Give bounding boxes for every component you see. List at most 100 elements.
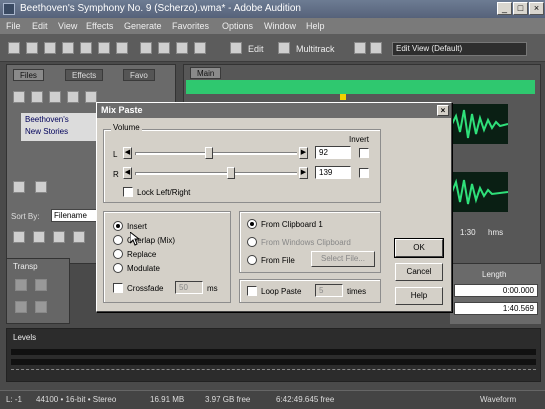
show-video-icon[interactable] xyxy=(53,231,65,243)
right-decrease-icon[interactable]: ◀ xyxy=(123,167,132,179)
sort-select[interactable]: Filename xyxy=(51,209,97,222)
replace-radio[interactable] xyxy=(113,249,123,259)
waveform-left-channel[interactable] xyxy=(451,104,509,144)
select-file-button[interactable]: Select File... xyxy=(311,251,375,267)
dialog-close-button[interactable]: × xyxy=(437,105,449,116)
menu-favorites[interactable]: Favorites xyxy=(172,21,209,31)
overview-bar[interactable] xyxy=(186,80,535,94)
edit-file-icon[interactable] xyxy=(49,91,61,103)
left-decrease-icon[interactable]: ◀ xyxy=(123,147,132,159)
toolbar: Edit Multitrack Edit View (Default) xyxy=(0,34,545,62)
left-increase-icon[interactable]: ▶ xyxy=(299,147,308,159)
close-window-button[interactable]: × xyxy=(529,2,544,15)
invert-right-checkbox[interactable] xyxy=(359,168,369,178)
tab-favorites[interactable]: Favo xyxy=(123,69,155,81)
playhead-marker-icon[interactable] xyxy=(340,94,346,100)
crossfade-checkbox[interactable] xyxy=(113,283,123,293)
minimize-button[interactable]: _ xyxy=(497,2,512,15)
menu-window[interactable]: Window xyxy=(264,21,296,31)
ok-button[interactable]: OK xyxy=(394,238,444,258)
loop-paste-label: Loop Paste xyxy=(261,287,302,296)
multitrack-view-button[interactable]: Multitrack xyxy=(296,44,335,54)
stop-icon[interactable] xyxy=(15,279,27,291)
edit-view-button[interactable]: Edit xyxy=(248,44,264,54)
menu-bar: File Edit View Effects Generate Favorite… xyxy=(0,18,545,34)
show-audio-icon[interactable] xyxy=(13,231,25,243)
modulate-radio[interactable] xyxy=(113,263,123,273)
left-volume-slider[interactable] xyxy=(135,152,297,155)
level-meter-scale xyxy=(11,369,536,377)
replace-label: Replace xyxy=(127,250,157,259)
cancel-button[interactable]: Cancel xyxy=(395,263,443,281)
hand-tool-icon[interactable] xyxy=(194,42,206,54)
undo-icon[interactable] xyxy=(140,42,152,54)
insert-radio[interactable] xyxy=(113,221,123,231)
tab-effects[interactable]: Effects xyxy=(65,69,104,81)
open-file-icon[interactable] xyxy=(26,42,38,54)
loop-count-field[interactable]: 5 xyxy=(315,284,343,297)
tab-files[interactable]: Files xyxy=(13,69,44,81)
waveform-right-channel[interactable] xyxy=(451,172,509,212)
overlap-mix-radio[interactable] xyxy=(113,235,123,245)
menu-file[interactable]: File xyxy=(6,21,21,31)
close-file-icon[interactable] xyxy=(31,91,43,103)
file-item[interactable]: New Stories xyxy=(25,127,68,136)
show-midi-icon[interactable] xyxy=(73,231,85,243)
paste-icon[interactable] xyxy=(98,42,110,54)
menu-view[interactable]: View xyxy=(58,21,77,31)
import-file-icon[interactable] xyxy=(13,91,25,103)
rewind-icon[interactable] xyxy=(15,301,27,313)
selection-length-field[interactable]: 0:00.000 xyxy=(454,284,538,297)
right-volume-field[interactable]: 139 xyxy=(315,166,351,179)
insert-file-icon[interactable] xyxy=(67,91,79,103)
cd-view-icon[interactable] xyxy=(354,42,366,54)
copy-icon[interactable] xyxy=(80,42,92,54)
mouse-cursor-icon xyxy=(129,230,141,248)
invert-left-checkbox[interactable] xyxy=(359,148,369,158)
fast-forward-icon[interactable] xyxy=(35,301,47,313)
file-list: Beethoven's New Stories xyxy=(21,113,101,141)
lock-left-right-label: Lock Left/Right xyxy=(137,188,191,197)
tab-main[interactable]: Main xyxy=(190,67,222,79)
save-icon[interactable] xyxy=(44,42,56,54)
show-loop-icon[interactable] xyxy=(33,231,45,243)
multitrack-view-icon[interactable] xyxy=(278,42,290,54)
edit-view-icon[interactable] xyxy=(230,42,242,54)
right-volume-thumb[interactable] xyxy=(227,167,235,179)
left-volume-field[interactable]: 92 xyxy=(315,146,351,159)
crossfade-field[interactable]: 50 xyxy=(175,281,203,294)
lock-left-right-checkbox[interactable] xyxy=(123,187,133,197)
left-volume-thumb[interactable] xyxy=(205,147,213,159)
right-increase-icon[interactable]: ▶ xyxy=(299,167,308,179)
select-tool-icon[interactable] xyxy=(176,42,188,54)
from-file-radio[interactable] xyxy=(247,255,257,265)
menu-edit[interactable]: Edit xyxy=(32,21,48,31)
cd-icon[interactable] xyxy=(370,42,382,54)
maximize-button[interactable]: □ xyxy=(513,2,528,15)
loop-paste-checkbox[interactable] xyxy=(247,286,257,296)
app-icon xyxy=(3,3,15,15)
cut-icon[interactable] xyxy=(62,42,74,54)
from-file-label: From File xyxy=(261,256,295,265)
new-file-icon[interactable] xyxy=(8,42,20,54)
sort-by-label: Sort By: xyxy=(11,212,40,221)
from-windows-clipboard-radio[interactable] xyxy=(247,237,257,247)
loop-icon[interactable] xyxy=(35,181,47,193)
mix-paste-icon[interactable] xyxy=(116,42,128,54)
menu-generate[interactable]: Generate xyxy=(124,21,162,31)
menu-effects[interactable]: Effects xyxy=(86,21,113,31)
view-length-field[interactable]: 1:40.569 xyxy=(454,302,538,315)
status-size: 16.91 MB xyxy=(150,395,185,404)
workspace-select[interactable]: Edit View (Default) xyxy=(392,42,527,56)
right-volume-slider[interactable] xyxy=(135,172,297,175)
timeline-unit-label: hms xyxy=(488,228,504,237)
help-button[interactable]: Help xyxy=(395,287,443,305)
menu-help[interactable]: Help xyxy=(306,21,325,31)
from-clipboard-radio[interactable] xyxy=(247,219,257,229)
play-icon[interactable] xyxy=(35,279,47,291)
selection-length-panel: Length 0:00.000 1:40.569 xyxy=(450,264,541,324)
redo-icon[interactable] xyxy=(158,42,170,54)
file-item[interactable]: Beethoven's xyxy=(25,115,69,124)
menu-options[interactable]: Options xyxy=(222,21,253,31)
auto-play-icon[interactable] xyxy=(13,181,25,193)
